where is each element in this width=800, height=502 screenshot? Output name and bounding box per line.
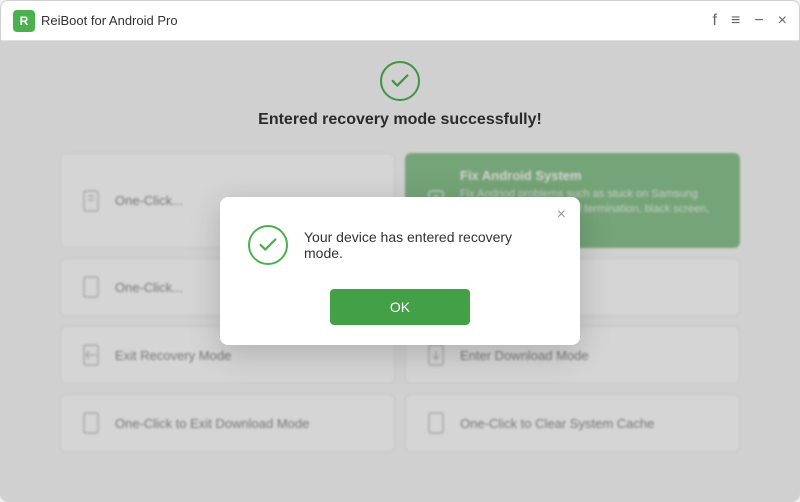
modal-dialog: × Your device has entered recovery mode.… — [220, 197, 580, 345]
modal-overlay: × Your device has entered recovery mode.… — [1, 41, 799, 501]
app-title: ReiBoot for Android Pro — [41, 13, 178, 28]
facebook-button[interactable]: f — [713, 13, 717, 29]
modal-ok-button[interactable]: OK — [330, 289, 470, 325]
modal-check-icon — [248, 225, 288, 265]
modal-message: Your device has entered recovery mode. — [304, 229, 552, 261]
menu-button[interactable]: ≡ — [731, 13, 740, 29]
modal-body: Your device has entered recovery mode. — [220, 197, 580, 285]
titlebar-controls: f ≡ − × — [713, 13, 787, 29]
app-window: R ReiBoot for Android Pro f ≡ − × Entere… — [0, 0, 800, 502]
minimize-button[interactable]: − — [754, 13, 763, 29]
logo-icon: R — [13, 10, 35, 32]
modal-footer: OK — [220, 285, 580, 345]
modal-close-button[interactable]: × — [557, 207, 566, 223]
app-logo: R ReiBoot for Android Pro — [13, 10, 178, 32]
titlebar: R ReiBoot for Android Pro f ≡ − × — [1, 1, 799, 41]
close-button[interactable]: × — [778, 13, 787, 29]
main-content: Entered recovery mode successfully! One-… — [1, 41, 799, 501]
